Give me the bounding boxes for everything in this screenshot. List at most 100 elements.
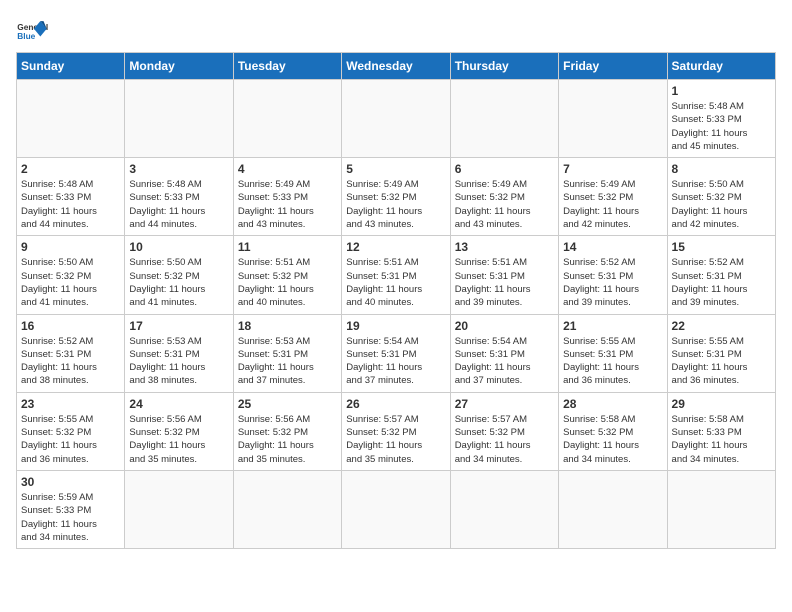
day-info: Sunrise: 5:52 AM Sunset: 5:31 PM Dayligh… xyxy=(563,256,662,309)
day-number: 3 xyxy=(129,162,228,176)
day-number: 13 xyxy=(455,240,554,254)
day-number: 15 xyxy=(672,240,771,254)
day-number: 10 xyxy=(129,240,228,254)
day-info: Sunrise: 5:51 AM Sunset: 5:31 PM Dayligh… xyxy=(346,256,445,309)
calendar-cell xyxy=(233,470,341,548)
day-number: 14 xyxy=(563,240,662,254)
calendar-cell: 30 Sunrise: 5:59 AM Sunset: 5:33 PM Dayli… xyxy=(17,470,125,548)
day-info: Sunrise: 5:55 AM Sunset: 5:32 PM Dayligh… xyxy=(21,413,120,466)
day-number: 8 xyxy=(672,162,771,176)
calendar-cell: 1 Sunrise: 5:48 AM Sunset: 5:33 PM Daylig… xyxy=(667,80,775,158)
calendar-cell xyxy=(342,470,450,548)
day-info: Sunrise: 5:57 AM Sunset: 5:32 PM Dayligh… xyxy=(346,413,445,466)
day-info: Sunrise: 5:49 AM Sunset: 5:32 PM Dayligh… xyxy=(455,178,554,231)
day-of-week-header: Tuesday xyxy=(233,53,341,80)
day-info: Sunrise: 5:55 AM Sunset: 5:31 PM Dayligh… xyxy=(563,335,662,388)
day-of-week-header: Saturday xyxy=(667,53,775,80)
calendar-cell xyxy=(125,470,233,548)
day-number: 1 xyxy=(672,84,771,98)
day-of-week-header: Thursday xyxy=(450,53,558,80)
calendar-table: SundayMondayTuesdayWednesdayThursdayFrid… xyxy=(16,52,776,549)
day-info: Sunrise: 5:48 AM Sunset: 5:33 PM Dayligh… xyxy=(672,100,771,153)
day-number: 21 xyxy=(563,319,662,333)
day-info: Sunrise: 5:51 AM Sunset: 5:32 PM Dayligh… xyxy=(238,256,337,309)
day-info: Sunrise: 5:52 AM Sunset: 5:31 PM Dayligh… xyxy=(672,256,771,309)
day-number: 9 xyxy=(21,240,120,254)
calendar-cell xyxy=(17,80,125,158)
calendar-cell xyxy=(233,80,341,158)
generalblue-logo-icon: General Blue xyxy=(16,16,48,48)
calendar-cell: 18 Sunrise: 5:53 AM Sunset: 5:31 PM Dayli… xyxy=(233,314,341,392)
svg-text:Blue: Blue xyxy=(17,31,35,41)
day-number: 27 xyxy=(455,397,554,411)
day-number: 5 xyxy=(346,162,445,176)
calendar-cell: 22Sunrise: 5:55 AM Sunset: 5:31 PM Dayli… xyxy=(667,314,775,392)
day-number: 18 xyxy=(238,319,337,333)
calendar-cell: 4 Sunrise: 5:49 AM Sunset: 5:33 PM Daylig… xyxy=(233,158,341,236)
day-number: 6 xyxy=(455,162,554,176)
day-info: Sunrise: 5:49 AM Sunset: 5:33 PM Dayligh… xyxy=(238,178,337,231)
day-info: Sunrise: 5:50 AM Sunset: 5:32 PM Dayligh… xyxy=(21,256,120,309)
calendar-cell xyxy=(559,80,667,158)
day-number: 30 xyxy=(21,475,120,489)
day-info: Sunrise: 5:49 AM Sunset: 5:32 PM Dayligh… xyxy=(346,178,445,231)
calendar-cell xyxy=(559,470,667,548)
day-of-week-header: Sunday xyxy=(17,53,125,80)
day-info: Sunrise: 5:52 AM Sunset: 5:31 PM Dayligh… xyxy=(21,335,120,388)
day-number: 29 xyxy=(672,397,771,411)
day-info: Sunrise: 5:56 AM Sunset: 5:32 PM Dayligh… xyxy=(238,413,337,466)
day-of-week-header: Wednesday xyxy=(342,53,450,80)
calendar-cell: 19 Sunrise: 5:54 AM Sunset: 5:31 PM Dayli… xyxy=(342,314,450,392)
calendar-cell: 14 Sunrise: 5:52 AM Sunset: 5:31 PM Dayli… xyxy=(559,236,667,314)
calendar-cell: 25 Sunrise: 5:56 AM Sunset: 5:32 PM Dayli… xyxy=(233,392,341,470)
day-info: Sunrise: 5:58 AM Sunset: 5:33 PM Dayligh… xyxy=(672,413,771,466)
day-number: 16 xyxy=(21,319,120,333)
calendar-cell: 17 Sunrise: 5:53 AM Sunset: 5:31 PM Dayli… xyxy=(125,314,233,392)
calendar-cell: 9 Sunrise: 5:50 AM Sunset: 5:32 PM Daylig… xyxy=(17,236,125,314)
calendar-cell: 6 Sunrise: 5:49 AM Sunset: 5:32 PM Daylig… xyxy=(450,158,558,236)
calendar-cell: 12 Sunrise: 5:51 AM Sunset: 5:31 PM Dayli… xyxy=(342,236,450,314)
day-number: 22 xyxy=(672,319,771,333)
day-of-week-header: Friday xyxy=(559,53,667,80)
day-info: Sunrise: 5:56 AM Sunset: 5:32 PM Dayligh… xyxy=(129,413,228,466)
logo-area: General Blue xyxy=(16,16,48,48)
day-number: 4 xyxy=(238,162,337,176)
day-number: 25 xyxy=(238,397,337,411)
calendar-cell: 10 Sunrise: 5:50 AM Sunset: 5:32 PM Dayli… xyxy=(125,236,233,314)
day-number: 26 xyxy=(346,397,445,411)
day-number: 23 xyxy=(21,397,120,411)
calendar-cell: 21 Sunrise: 5:55 AM Sunset: 5:31 PM Dayli… xyxy=(559,314,667,392)
calendar-cell xyxy=(342,80,450,158)
day-info: Sunrise: 5:50 AM Sunset: 5:32 PM Dayligh… xyxy=(672,178,771,231)
calendar-cell: 29 Sunrise: 5:58 AM Sunset: 5:33 PM Dayli… xyxy=(667,392,775,470)
day-info: Sunrise: 5:48 AM Sunset: 5:33 PM Dayligh… xyxy=(129,178,228,231)
day-number: 17 xyxy=(129,319,228,333)
calendar-cell: 15 Sunrise: 5:52 AM Sunset: 5:31 PM Dayli… xyxy=(667,236,775,314)
day-info: Sunrise: 5:59 AM Sunset: 5:33 PM Dayligh… xyxy=(21,491,120,544)
day-number: 12 xyxy=(346,240,445,254)
header-section: General Blue xyxy=(16,16,776,48)
day-info: Sunrise: 5:54 AM Sunset: 5:31 PM Dayligh… xyxy=(346,335,445,388)
calendar-cell: 16 Sunrise: 5:52 AM Sunset: 5:31 PM Dayli… xyxy=(17,314,125,392)
day-info: Sunrise: 5:54 AM Sunset: 5:31 PM Dayligh… xyxy=(455,335,554,388)
day-info: Sunrise: 5:53 AM Sunset: 5:31 PM Dayligh… xyxy=(129,335,228,388)
calendar-cell xyxy=(450,470,558,548)
calendar-cell xyxy=(450,80,558,158)
day-info: Sunrise: 5:49 AM Sunset: 5:32 PM Dayligh… xyxy=(563,178,662,231)
day-info: Sunrise: 5:50 AM Sunset: 5:32 PM Dayligh… xyxy=(129,256,228,309)
calendar-cell: 3 Sunrise: 5:48 AM Sunset: 5:33 PM Daylig… xyxy=(125,158,233,236)
calendar-cell: 2 Sunrise: 5:48 AM Sunset: 5:33 PM Daylig… xyxy=(17,158,125,236)
calendar-cell: 24 Sunrise: 5:56 AM Sunset: 5:32 PM Dayli… xyxy=(125,392,233,470)
calendar-cell: 28Sunrise: 5:58 AM Sunset: 5:32 PM Dayli… xyxy=(559,392,667,470)
day-of-week-header: Monday xyxy=(125,53,233,80)
day-number: 2 xyxy=(21,162,120,176)
day-number: 24 xyxy=(129,397,228,411)
day-info: Sunrise: 5:53 AM Sunset: 5:31 PM Dayligh… xyxy=(238,335,337,388)
day-number: 19 xyxy=(346,319,445,333)
calendar-cell: 5 Sunrise: 5:49 AM Sunset: 5:32 PM Daylig… xyxy=(342,158,450,236)
calendar-cell: 20Sunrise: 5:54 AM Sunset: 5:31 PM Dayli… xyxy=(450,314,558,392)
calendar-cell: 23 Sunrise: 5:55 AM Sunset: 5:32 PM Dayli… xyxy=(17,392,125,470)
day-info: Sunrise: 5:57 AM Sunset: 5:32 PM Dayligh… xyxy=(455,413,554,466)
day-info: Sunrise: 5:58 AM Sunset: 5:32 PM Dayligh… xyxy=(563,413,662,466)
day-info: Sunrise: 5:48 AM Sunset: 5:33 PM Dayligh… xyxy=(21,178,120,231)
